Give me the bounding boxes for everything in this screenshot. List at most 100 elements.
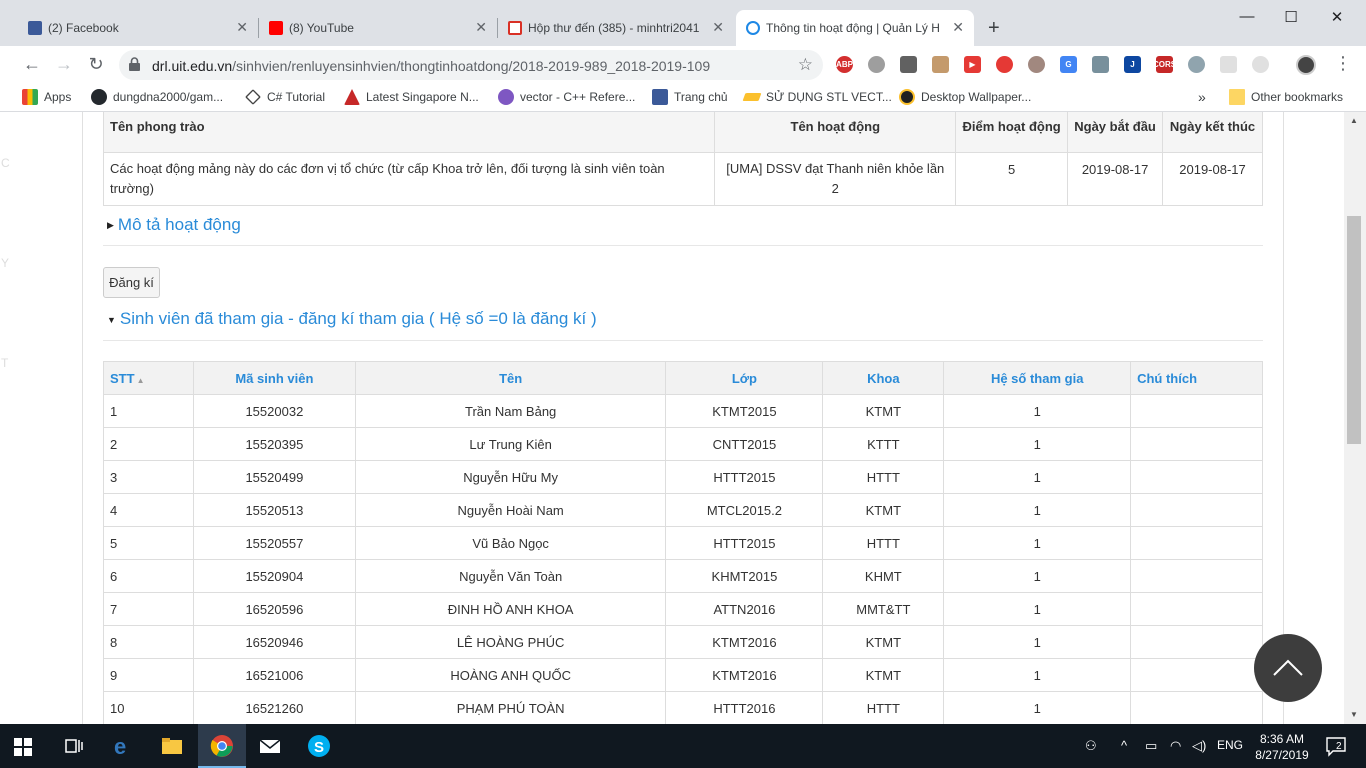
tab-gmail[interactable]: Hộp thư đến (385) - minhtri2041 ✕ — [498, 10, 734, 46]
clock[interactable]: 8:36 AM 8/27/2019 — [1254, 731, 1310, 763]
tab-active[interactable]: Thông tin hoạt động | Quản Lý H ✕ — [736, 10, 974, 46]
bookmark-label: Apps — [44, 90, 72, 104]
extension-icon[interactable] — [1028, 56, 1045, 73]
extension-icon[interactable]: J — [1124, 56, 1141, 73]
extension-icon[interactable] — [996, 56, 1013, 73]
register-button[interactable]: Đăng kí — [103, 267, 160, 298]
menu-icon[interactable]: ⋮ — [1334, 53, 1352, 74]
close-icon[interactable]: ✕ — [952, 19, 964, 36]
edge-icon[interactable]: e — [111, 734, 135, 758]
column-header-coefficient[interactable]: Hệ số tham gia — [943, 361, 1132, 395]
extension-icon[interactable] — [900, 56, 917, 73]
page-scrollbar[interactable]: ▲ ▼ — [1344, 112, 1366, 724]
table-row: 3 15520499 Nguyễn Hữu My HTTT2015 HTTT 1 — [103, 460, 1263, 494]
chevron-up-icon[interactable]: ^ — [1121, 738, 1127, 753]
windows-start-icon[interactable] — [14, 738, 32, 756]
column-header-student-id[interactable]: Mã sinh viên — [192, 361, 356, 395]
activity-points: 5 — [955, 152, 1069, 206]
clock-date: 8/27/2019 — [1255, 748, 1309, 762]
description-toggle[interactable]: ▶ Mô tả hoạt động — [107, 215, 241, 235]
extension-icon[interactable] — [1220, 56, 1237, 73]
bookmark-other[interactable]: Other bookmarks — [1229, 89, 1343, 105]
column-header-faculty[interactable]: Khoa — [822, 361, 945, 395]
bookmark-csharp[interactable]: C# Tutorial — [245, 89, 325, 105]
name-cell: Nguyễn Hoài Nam — [354, 493, 667, 527]
bookmark-stl[interactable]: SỬ DỤNG STL VECT... — [742, 89, 892, 105]
close-icon[interactable]: ✕ — [712, 19, 724, 36]
student-id-cell: 16520946 — [192, 625, 356, 659]
extension-icon[interactable] — [1188, 56, 1205, 73]
column-header-class[interactable]: Lớp — [665, 361, 824, 395]
language-indicator[interactable]: ENG — [1217, 738, 1243, 752]
close-icon[interactable]: ✕ — [475, 19, 487, 36]
bookmark-apps[interactable]: Apps — [22, 89, 71, 105]
wallpaper-icon — [899, 89, 915, 105]
address-bar[interactable]: drl.uit.edu.vn/sinhvien/renluyensinhvien… — [119, 50, 823, 80]
extension-icon[interactable] — [1252, 56, 1269, 73]
close-window-icon[interactable]: ✕ — [1327, 8, 1347, 26]
column-header: Ngày kết thúc — [1162, 112, 1263, 153]
bookmark-label: C# Tutorial — [267, 90, 326, 104]
bookmark-label: dungdna2000/gam... — [113, 90, 224, 104]
maximize-icon[interactable]: ☐ — [1281, 8, 1301, 26]
scroll-down-icon[interactable]: ▼ — [1350, 710, 1358, 719]
tab-facebook[interactable]: (2) Facebook ✕ — [18, 10, 258, 46]
column-header-stt[interactable]: STT ▲ — [103, 361, 194, 395]
task-view-icon[interactable] — [62, 734, 86, 758]
new-tab-button[interactable]: + — [988, 17, 1000, 40]
bookmark-github[interactable]: dungdna2000/gam... — [91, 89, 223, 105]
stt-cell: 5 — [103, 526, 194, 560]
class-cell: KTMT2016 — [665, 625, 824, 659]
skype-icon[interactable]: S — [307, 734, 331, 758]
minimize-icon[interactable]: — — [1237, 8, 1257, 25]
bookmark-facebook[interactable]: Trang chủ — [652, 89, 728, 105]
end-date: 2019-08-17 — [1162, 152, 1263, 206]
scroll-up-icon[interactable]: ▲ — [1350, 116, 1358, 125]
student-id-cell: 15520904 — [192, 559, 356, 593]
column-header-name[interactable]: Tên — [354, 361, 667, 395]
star-icon[interactable]: ☆ — [798, 55, 813, 75]
bookmark-wallpaper[interactable]: Desktop Wallpaper... — [899, 89, 1031, 105]
tab-title: Hộp thư đến (385) - minhtri2041 — [528, 21, 700, 35]
notes-cell — [1130, 493, 1263, 527]
extension-icon[interactable] — [868, 56, 885, 73]
start-date: 2019-08-17 — [1067, 152, 1164, 206]
mail-icon[interactable] — [258, 734, 282, 758]
participants-toggle[interactable]: ▼ Sinh viên đã tham gia - đăng kí tham gi… — [107, 309, 597, 329]
notification-count: 2 — [1336, 741, 1342, 752]
column-header-notes[interactable]: Chú thích — [1130, 361, 1263, 395]
scrollbar-thumb[interactable] — [1347, 216, 1361, 444]
bookmark-cpp[interactable]: vector - C++ Refere... — [498, 89, 635, 105]
tab-youtube[interactable]: (8) YouTube ✕ — [259, 10, 497, 46]
bookmark-singapore[interactable]: Latest Singapore N... — [344, 89, 479, 105]
translate-icon[interactable]: G — [1060, 56, 1077, 73]
cors-icon[interactable]: CORS — [1153, 56, 1176, 73]
avatar[interactable] — [1296, 55, 1316, 75]
column-header: Điểm hoạt động — [955, 112, 1069, 153]
close-icon[interactable]: ✕ — [236, 19, 248, 36]
student-id-cell: 15520557 — [192, 526, 356, 560]
bookmark-label: SỬ DỤNG STL VECT... — [766, 90, 892, 104]
reload-icon[interactable]: ↻ — [85, 54, 107, 75]
people-icon[interactable]: ⚇ — [1085, 738, 1097, 754]
tab-title: (8) YouTube — [289, 21, 354, 35]
battery-icon[interactable]: ▭ — [1145, 738, 1157, 754]
file-explorer-icon[interactable] — [160, 734, 184, 758]
url-text: drl.uit.edu.vn/sinhvien/renluyensinhvien… — [152, 58, 710, 74]
wifi-icon[interactable]: ◠ — [1170, 738, 1181, 754]
back-icon[interactable]: ← — [21, 54, 43, 75]
stt-cell: 8 — [103, 625, 194, 659]
bookmarks-overflow-icon[interactable]: » — [1198, 89, 1206, 105]
volume-icon[interactable]: ◁) — [1192, 738, 1206, 754]
extension-icon[interactable] — [932, 56, 949, 73]
forward-icon[interactable]: → — [53, 54, 75, 75]
notes-cell — [1130, 427, 1263, 461]
scroll-to-top-button[interactable] — [1254, 634, 1322, 702]
chrome-icon[interactable] — [210, 734, 234, 758]
notes-cell — [1130, 394, 1263, 428]
extension-icon[interactable]: ▶ — [964, 56, 981, 73]
eyedropper-icon[interactable] — [1092, 56, 1109, 73]
name-cell: Vũ Bảo Ngọc — [354, 526, 667, 560]
adblock-icon[interactable]: ABP — [836, 56, 853, 73]
participants-toggle-label: Sinh viên đã tham gia - đăng kí tham gia… — [119, 309, 597, 328]
